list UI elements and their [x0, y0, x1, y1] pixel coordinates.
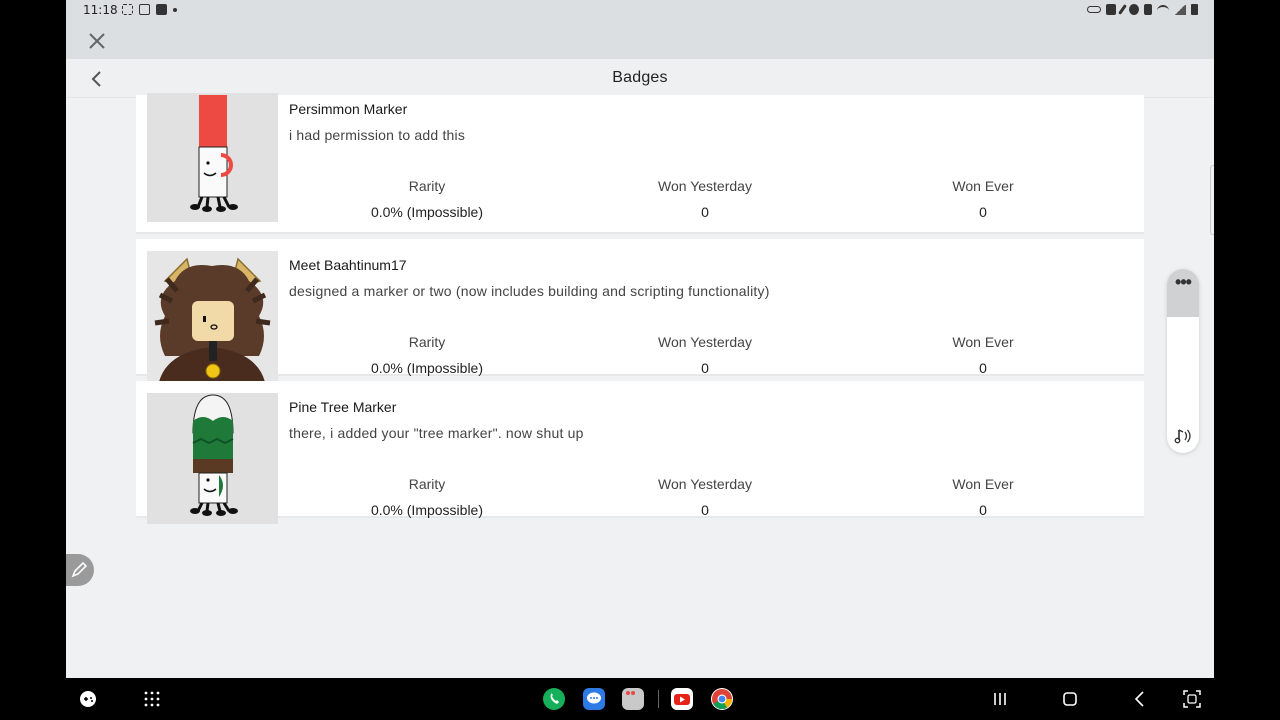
- badge-description: designed a marker or two (now includes b…: [289, 283, 770, 299]
- mute-icon: [1144, 4, 1152, 15]
- won-ever-label: Won Ever: [952, 476, 1014, 492]
- navigation-bar: [0, 678, 1280, 720]
- dock-separator: [658, 690, 659, 708]
- rarity-label: Rarity: [408, 178, 446, 194]
- app-notification-icon: [156, 4, 167, 15]
- status-bar: 11:18: [66, 0, 1214, 22]
- status-right-icons: [1087, 4, 1198, 15]
- badge-card[interactable]: Meet Baahtinum17 designed a marker or tw…: [136, 239, 1144, 382]
- rarity-stat: Rarity 0.0% (Impossible): [327, 334, 527, 376]
- floating-side-panel: •••: [1167, 269, 1199, 453]
- avatar-head-image: [147, 251, 278, 382]
- won-ever-value: 0: [979, 502, 987, 518]
- edit-icon: [1118, 4, 1127, 15]
- nfc-icon: [1106, 4, 1116, 15]
- apps-grid-icon[interactable]: [141, 688, 163, 710]
- badge-card[interactable]: Pine Tree Marker there, i added your "tr…: [136, 381, 1144, 524]
- badge-name[interactable]: Meet Baahtinum17: [289, 257, 407, 273]
- pine-tree-marker-image: [147, 393, 278, 524]
- messages-app-icon[interactable]: [583, 688, 605, 710]
- badge-thumbnail: [147, 251, 278, 382]
- won-ever-stat: Won Ever 0: [883, 476, 1083, 518]
- won-yesterday-stat: Won Yesterday 0: [605, 334, 805, 376]
- edit-floating-button[interactable]: [66, 554, 94, 586]
- badge-description: i had permission to add this: [289, 127, 466, 143]
- youtube-app-icon[interactable]: [671, 688, 693, 710]
- app-screen: 11:18 Badges Persimmon Marker i had perm…: [66, 0, 1214, 678]
- won-yesterday-stat: Won Yesterday 0: [605, 178, 805, 220]
- won-ever-value: 0: [979, 360, 987, 376]
- rarity-value: 0.0% (Impossible): [370, 360, 484, 376]
- status-left-icons: [122, 4, 177, 15]
- badge-description: there, i added your "tree marker". now s…: [289, 425, 584, 441]
- won-yesterday-label: Won Yesterday: [658, 334, 752, 350]
- game-controller-icon[interactable]: [77, 688, 99, 710]
- won-yesterday-value: 0: [701, 360, 709, 376]
- music-note-icon[interactable]: [1173, 426, 1193, 446]
- won-ever-label: Won Ever: [952, 334, 1014, 350]
- won-yesterday-value: 0: [701, 502, 709, 518]
- chrome-app-icon[interactable]: [711, 688, 733, 710]
- close-bar: [66, 22, 1214, 59]
- rarity-value: 0.0% (Impossible): [370, 204, 484, 220]
- rarity-label: Rarity: [408, 476, 446, 492]
- won-ever-label: Won Ever: [952, 178, 1014, 194]
- back-icon[interactable]: [1129, 688, 1151, 710]
- won-ever-value: 0: [979, 204, 987, 220]
- page-title: Badges: [612, 69, 668, 86]
- red-marker-image: [147, 93, 278, 222]
- badge-list: Persimmon Marker i had permission to add…: [136, 93, 1144, 524]
- badge-thumbnail: [147, 393, 278, 524]
- battery-icon: [1191, 4, 1198, 15]
- badge-name[interactable]: Pine Tree Marker: [289, 399, 396, 415]
- badge-name[interactable]: Persimmon Marker: [289, 101, 407, 117]
- panel-menu-button[interactable]: •••: [1167, 269, 1199, 317]
- rarity-label: Rarity: [408, 334, 446, 350]
- phone-app-icon[interactable]: [543, 688, 565, 710]
- pencil-icon: [71, 561, 88, 578]
- won-yesterday-value: 0: [701, 204, 709, 220]
- dot-icon: [173, 7, 177, 12]
- recents-icon[interactable]: [989, 688, 1011, 710]
- won-ever-stat: Won Ever 0: [883, 178, 1083, 220]
- won-ever-stat: Won Ever 0: [883, 334, 1083, 376]
- rarity-value: 0.0% (Impossible): [370, 502, 484, 518]
- screen-capture-icon[interactable]: [1181, 688, 1203, 710]
- key-icon: [1087, 6, 1101, 13]
- badge-thumbnail: [147, 93, 278, 222]
- won-yesterday-stat: Won Yesterday 0: [605, 476, 805, 518]
- screen-record-icon: [139, 4, 150, 15]
- screenshot-icon: [122, 4, 133, 15]
- won-yesterday-label: Won Yesterday: [658, 178, 752, 194]
- status-time: 11:18: [83, 3, 118, 17]
- signal-icon: [1174, 4, 1186, 15]
- home-icon[interactable]: [1059, 688, 1081, 710]
- alarm-icon: [1129, 4, 1139, 15]
- rarity-stat: Rarity 0.0% (Impossible): [327, 476, 527, 518]
- wifi-icon: [1157, 4, 1169, 15]
- rarity-stat: Rarity 0.0% (Impossible): [327, 178, 527, 220]
- more-dots-icon: •••: [1175, 272, 1192, 292]
- edge-panel-handle[interactable]: [1210, 165, 1214, 235]
- close-icon[interactable]: [86, 30, 108, 52]
- app-folder-icon[interactable]: [622, 688, 644, 710]
- won-yesterday-label: Won Yesterday: [658, 476, 752, 492]
- badge-card[interactable]: Persimmon Marker i had permission to add…: [136, 93, 1144, 234]
